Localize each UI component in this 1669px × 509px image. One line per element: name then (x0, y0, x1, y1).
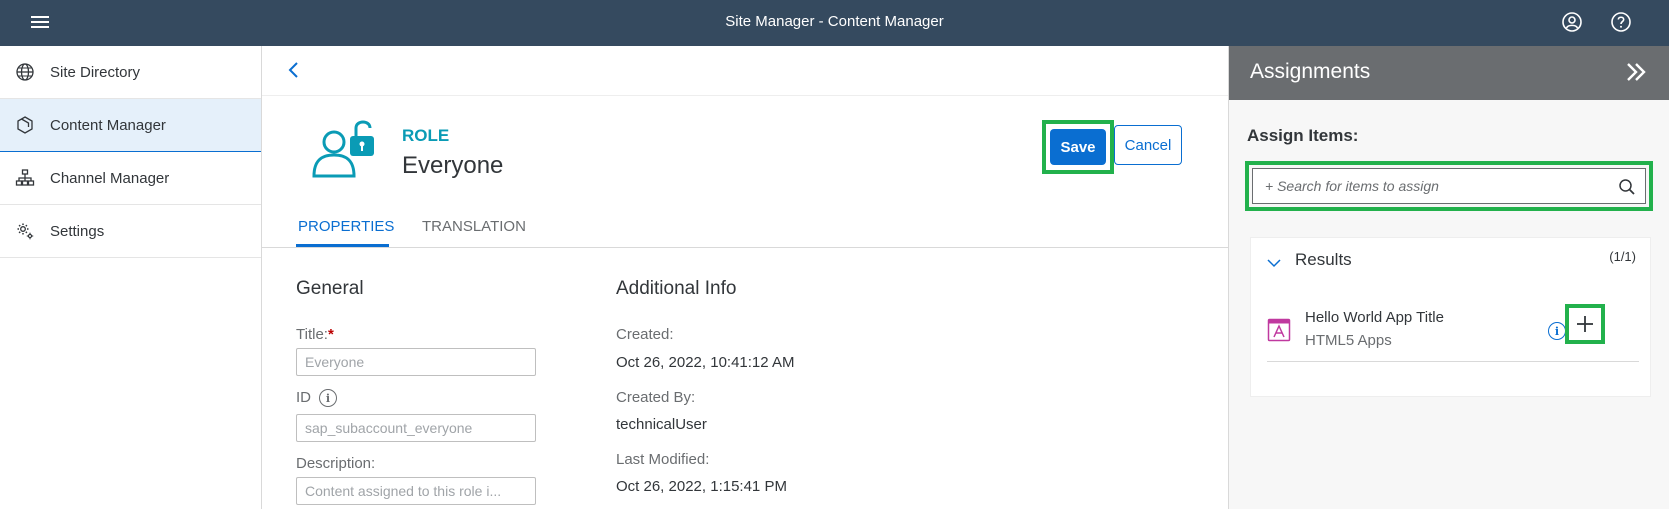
created-label: Created: (616, 326, 674, 343)
id-input[interactable]: sap_subaccount_everyone (296, 414, 536, 442)
item-info-icon[interactable]: i (1548, 322, 1566, 340)
results-title: Results (1295, 250, 1352, 269)
assignments-panel: Assignments Assign Items: + Search for i… (1228, 46, 1669, 509)
save-button[interactable]: Save (1050, 129, 1106, 165)
gear-icon (14, 220, 36, 242)
info-icon[interactable]: i (319, 389, 337, 408)
assign-items-label: Assign Items: (1247, 126, 1359, 145)
assign-search-input[interactable]: + Search for items to assign (1252, 168, 1646, 204)
search-highlight: + Search for items to assign (1245, 161, 1653, 211)
sidebar-item-label: Settings (50, 222, 105, 240)
collapse-panel-icon[interactable] (1623, 59, 1649, 85)
sidebar-item-label: Site Directory (50, 63, 141, 81)
nav-bar (262, 46, 1228, 96)
properties-form: General Title:* Everyone ID i sap_subacco… (262, 248, 1228, 505)
package-icon (14, 114, 36, 136)
item-type: HTML5 Apps (1305, 332, 1392, 349)
back-arrow-icon[interactable] (284, 60, 304, 80)
main-content: ROLE Everyone Save Cancel PROPERTIES TRA… (262, 46, 1228, 509)
last-modified-value: Oct 26, 2022, 1:15:41 PM (616, 478, 787, 495)
results-header[interactable]: Results (1/1) (1251, 238, 1650, 284)
search-icon[interactable] (1617, 177, 1637, 197)
search-placeholder: + Search for items to assign (1265, 178, 1439, 194)
page-title: Everyone (402, 152, 504, 179)
sidebar-item-label: Content Manager (50, 116, 166, 134)
shell-title: Site Manager - Content Manager (725, 13, 944, 30)
assignments-title: Assignments (1250, 60, 1371, 83)
description-field-label: Description: (296, 455, 376, 472)
role-unlocked-icon (310, 116, 380, 180)
object-type-label: ROLE (402, 126, 450, 145)
html5-app-icon (1267, 318, 1291, 342)
chevron-down-icon (1266, 256, 1282, 268)
results-count: (1/1) (1609, 249, 1636, 264)
object-header: ROLE Everyone Save Cancel (262, 96, 1228, 196)
add-item-plus-icon[interactable] (1573, 312, 1597, 336)
title-input[interactable]: Everyone (296, 348, 536, 376)
general-section-title: General (296, 278, 364, 299)
item-name: Hello World App Title (1305, 309, 1444, 326)
title-field-label: Title:* (296, 326, 334, 343)
additional-info-section-title: Additional Info (616, 278, 737, 299)
shell-bar: Site Manager - Content Manager (0, 0, 1669, 46)
created-by-value: technicalUser (616, 416, 707, 433)
sidebar-item-settings[interactable]: Settings (0, 205, 261, 258)
sidebar-item-label: Channel Manager (50, 169, 170, 187)
id-field-label: ID i (296, 389, 337, 408)
tab-translation[interactable]: TRANSLATION (422, 218, 526, 235)
results-panel: Results (1/1) Hello World App Title HTML… (1250, 237, 1651, 397)
tab-bar: PROPERTIES TRANSLATION (262, 196, 1228, 248)
required-marker: * (327, 326, 334, 343)
description-input[interactable]: Content assigned to this role i... (296, 477, 536, 505)
list-item: Hello World App Title HTML5 Apps i (1267, 302, 1639, 362)
tab-properties[interactable]: PROPERTIES (298, 218, 394, 235)
assignments-panel-header: Assignments (1229, 46, 1669, 100)
help-icon[interactable] (1610, 11, 1632, 33)
add-button-highlight (1565, 304, 1605, 344)
created-value: Oct 26, 2022, 10:41:12 AM (616, 354, 795, 371)
active-tab-indicator (296, 244, 389, 247)
sidebar-item-channel-manager[interactable]: Channel Manager (0, 152, 261, 205)
last-modified-label: Last Modified: (616, 451, 710, 468)
created-by-label: Created By: (616, 389, 696, 406)
sidebar-item-content-manager[interactable]: Content Manager (0, 99, 261, 152)
user-account-icon[interactable] (1561, 11, 1583, 33)
globe-icon (14, 61, 36, 83)
sidebar: Site Directory Content Manager Channel M… (0, 46, 262, 509)
sidebar-item-site-directory[interactable]: Site Directory (0, 46, 261, 99)
hierarchy-icon (14, 167, 36, 189)
save-button-highlight: Save (1042, 120, 1114, 174)
cancel-button[interactable]: Cancel (1114, 125, 1182, 165)
